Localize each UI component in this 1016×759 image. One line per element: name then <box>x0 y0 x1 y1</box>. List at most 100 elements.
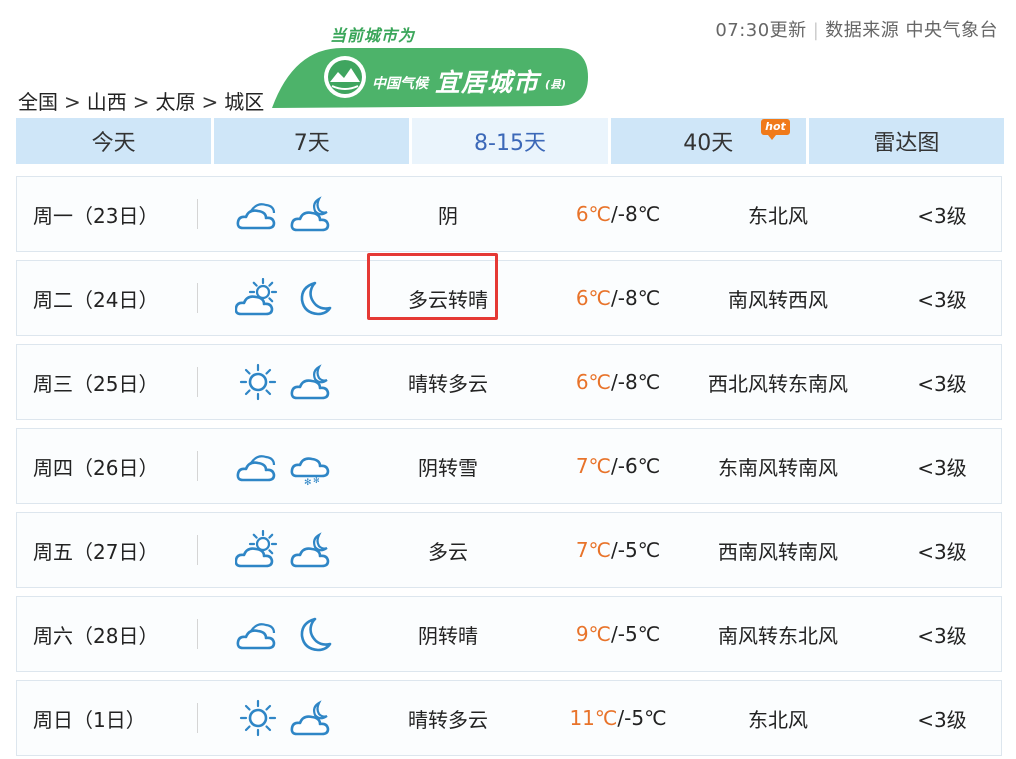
day-label: 周日（1日） <box>33 707 146 732</box>
cloudy-icon <box>236 203 276 230</box>
wind-direction: 南风转西风 <box>728 287 828 312</box>
svg-text:✻: ✻ <box>304 478 312 486</box>
night-weather-icon <box>289 345 335 419</box>
night-weather-icon <box>289 261 335 335</box>
temperature-range: 6℃ / -8℃ <box>575 286 661 310</box>
tab-40-days[interactable]: 40天 hot <box>610 118 806 164</box>
day-label: 周二（24日） <box>33 287 159 312</box>
forecast-row: 周四（26日） ✻ ✻ 阴转雪 7℃ / -6℃ 东南风转南风 <3级 <box>16 428 1002 504</box>
cloudy-icon <box>236 623 276 650</box>
cloudy-night-icon <box>290 532 330 568</box>
update-time: 07:30更新 <box>715 20 807 41</box>
forecast-row: 周三（25日） 晴转多云 6℃ / -8℃ 西北风转东南风 <3级 <box>16 344 1002 420</box>
day-label: 周五（27日） <box>33 539 159 564</box>
sun-icon <box>239 699 277 737</box>
tab-8-15-days[interactable]: 8-15天 <box>412 118 608 164</box>
temp-low: -5℃ <box>617 538 661 562</box>
night-weather-icon <box>289 513 335 587</box>
wind-level: <3级 <box>917 707 967 732</box>
weather-condition: 晴转多云 <box>408 707 488 732</box>
wind-level: <3级 <box>917 287 967 312</box>
day-label: 周四（26日） <box>33 455 159 480</box>
wind-level: <3级 <box>917 203 967 228</box>
breadcrumb: 全国 > 山西 > 太原 > 城区 <box>18 90 265 114</box>
badge-top-text: 当前城市为 <box>330 26 416 45</box>
tab-7-days[interactable]: 7天 <box>214 118 410 164</box>
wind-direction: 南风转东北风 <box>718 623 838 648</box>
divider <box>197 283 198 313</box>
day-label: 周三（25日） <box>33 371 159 396</box>
temp-high: 6℃ <box>575 202 612 226</box>
forecast-row: 周二（24日） 多云转晴 6℃ / -8℃ 南风转西风 <3级 <box>16 260 1002 336</box>
climate-logo-icon <box>324 56 366 98</box>
breadcrumb-item[interactable]: 城区 <box>224 90 264 114</box>
temp-high: 7℃ <box>575 454 612 478</box>
wind-direction: 东南风转南风 <box>718 455 838 480</box>
partly-cloudy-icon <box>235 278 278 316</box>
cloudy-night-icon <box>290 196 330 232</box>
cloudy-icon <box>236 455 276 482</box>
temp-low: -6℃ <box>617 454 661 478</box>
snow-icon: ✻ ✻ <box>290 457 330 486</box>
temp-low: -5℃ <box>617 622 661 646</box>
divider <box>197 199 198 229</box>
moon-icon <box>300 617 332 652</box>
badge-county-text: (县) <box>545 78 567 91</box>
wind-direction: 西北风转东南风 <box>708 371 848 396</box>
day-label: 周六（28日） <box>33 623 159 648</box>
forecast-list: 周一（23日） 阴 6℃ / -8℃ 东北风 <3级 周二（24日） 多云转晴 6℃… <box>16 176 1002 759</box>
hot-badge: hot <box>761 119 790 140</box>
weather-condition: 多云 <box>428 539 468 564</box>
temperature-range: 7℃ / -5℃ <box>575 538 661 562</box>
wind-direction: 东北风 <box>748 707 808 732</box>
weather-condition: 阴转晴 <box>418 623 478 648</box>
highlight-box <box>367 253 498 320</box>
night-weather-icon <box>289 177 335 251</box>
wind-direction: 东北风 <box>748 203 808 228</box>
divider <box>197 451 198 481</box>
day-weather-icon <box>235 513 281 587</box>
weather-condition: 晴转多云 <box>408 371 488 396</box>
breadcrumb-item[interactable]: 太原 <box>156 90 196 114</box>
day-weather-icon <box>235 177 281 251</box>
moon-icon <box>300 281 332 316</box>
forecast-tabs: 今天 7天 8-15天 40天 hot 雷达图 <box>16 118 1005 164</box>
badge-title: 宜居城市 <box>435 68 540 97</box>
divider <box>197 535 198 565</box>
weather-condition: 阴 <box>438 203 458 228</box>
partly-cloudy-icon <box>235 530 278 568</box>
divider <box>197 703 198 733</box>
badge-small-text: 中国气候 <box>372 76 428 92</box>
svg-text:✻: ✻ <box>313 476 320 485</box>
day-weather-icon <box>235 429 281 503</box>
day-label: 周一（23日） <box>33 203 159 228</box>
forecast-row: 周五（27日） 多云 7℃ / -5℃ 西南风转南风 <3级 <box>16 512 1002 588</box>
temp-high: 11℃ <box>569 706 618 730</box>
day-weather-icon <box>235 681 281 755</box>
cloudy-night-icon <box>290 700 330 736</box>
wind-level: <3级 <box>917 371 967 396</box>
weather-condition: 阴转雪 <box>418 455 478 480</box>
update-meta: 07:30更新 | 数据来源 中央气象台 <box>715 20 998 41</box>
temp-high: 9℃ <box>575 622 612 646</box>
tab-radar[interactable]: 雷达图 <box>808 118 1005 164</box>
temp-high: 6℃ <box>575 286 612 310</box>
day-weather-icon <box>235 345 281 419</box>
breadcrumb-item[interactable]: 山西 <box>87 90 127 114</box>
cloudy-night-icon <box>290 364 330 400</box>
divider <box>197 367 198 397</box>
livable-city-badge[interactable]: 当前城市为 中国气候 宜居城市 (县) <box>272 22 592 110</box>
forecast-row: 周一（23日） 阴 6℃ / -8℃ 东北风 <3级 <box>16 176 1002 252</box>
breadcrumb-item[interactable]: 全国 <box>18 90 58 114</box>
temp-low: -8℃ <box>617 202 661 226</box>
forecast-row: 周六（28日） 阴转晴 9℃ / -5℃ 南风转东北风 <3级 <box>16 596 1002 672</box>
temperature-range: 6℃ / -8℃ <box>575 202 661 226</box>
night-weather-icon <box>289 681 335 755</box>
temperature-range: 9℃ / -5℃ <box>575 622 661 646</box>
day-weather-icon <box>235 261 281 335</box>
temperature-range: 6℃ / -8℃ <box>575 370 661 394</box>
wind-direction: 西南风转南风 <box>718 539 838 564</box>
tab-today[interactable]: 今天 <box>16 118 212 164</box>
temperature-range: 7℃ / -6℃ <box>575 454 661 478</box>
badge-pill-shape <box>272 48 588 108</box>
